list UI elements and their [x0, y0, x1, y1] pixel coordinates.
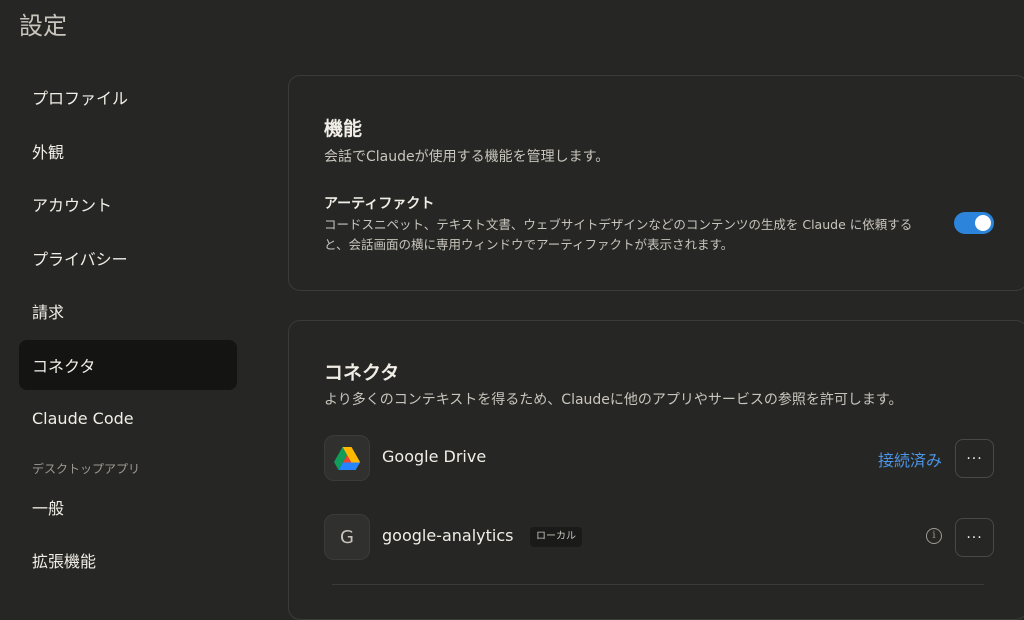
- connectors-subtitle: より多くのコンテキストを得るため、Claudeに他のアプリやサービスの参照を許可…: [324, 392, 903, 408]
- sidebar-item-connectors[interactable]: コネクタ: [19, 339, 237, 390]
- sidebar-item-billing[interactable]: 請求: [19, 286, 237, 336]
- connected-status[interactable]: 接続済み: [878, 447, 942, 471]
- features-subtitle: 会話でClaudeが使用する機能を管理します。: [324, 149, 610, 165]
- sidebar-item-extensions[interactable]: 拡張機能: [19, 535, 237, 585]
- features-card: 機能 会話でClaudeが使用する機能を管理します。 アーティファクト コードス…: [288, 75, 1024, 291]
- sidebar-item-profile[interactable]: プロファイル: [19, 72, 237, 122]
- features-title: 機能: [324, 118, 363, 140]
- local-badge: ローカル: [530, 527, 582, 547]
- connector-name: Google Drive: [382, 447, 487, 466]
- letter-g-icon: G: [324, 514, 370, 560]
- divider: [332, 584, 984, 585]
- connector-row-google-drive: Google Drive 接続済み ···: [324, 435, 994, 481]
- sidebar-item-appearance[interactable]: 外観: [19, 126, 237, 176]
- sidebar-item-claude-code[interactable]: Claude Code: [19, 394, 237, 444]
- artifacts-label: アーティファクト: [324, 196, 435, 212]
- info-icon[interactable]: i: [926, 528, 942, 544]
- connectors-title: コネクタ: [324, 362, 400, 384]
- sidebar-item-account[interactable]: アカウント: [19, 179, 237, 229]
- page-title: 設定: [19, 12, 67, 40]
- settings-sidebar: プロファイル 外観 アカウント プライバシー 請求 コネクタ Claude Co…: [19, 72, 237, 589]
- google-drive-icon: [324, 435, 370, 481]
- more-options-button[interactable]: ···: [955, 518, 994, 557]
- artifacts-toggle[interactable]: [954, 212, 994, 234]
- sidebar-item-general[interactable]: 一般: [19, 482, 237, 532]
- connector-name: google-analytics: [382, 526, 514, 545]
- connector-row-google-analytics: G google-analytics ローカル i ···: [324, 514, 994, 560]
- sidebar-item-privacy[interactable]: プライバシー: [19, 233, 237, 283]
- artifacts-description: コードスニペット、テキスト文書、ウェブサイトデザインなどのコンテンツの生成を C…: [324, 217, 913, 252]
- sidebar-section-desktop-app: デスクトップアプリ: [32, 461, 141, 476]
- toggle-knob: [975, 215, 991, 231]
- connectors-card: コネクタ より多くのコンテキストを得るため、Claudeに他のアプリやサービスの…: [288, 320, 1024, 620]
- more-options-button[interactable]: ···: [955, 439, 994, 478]
